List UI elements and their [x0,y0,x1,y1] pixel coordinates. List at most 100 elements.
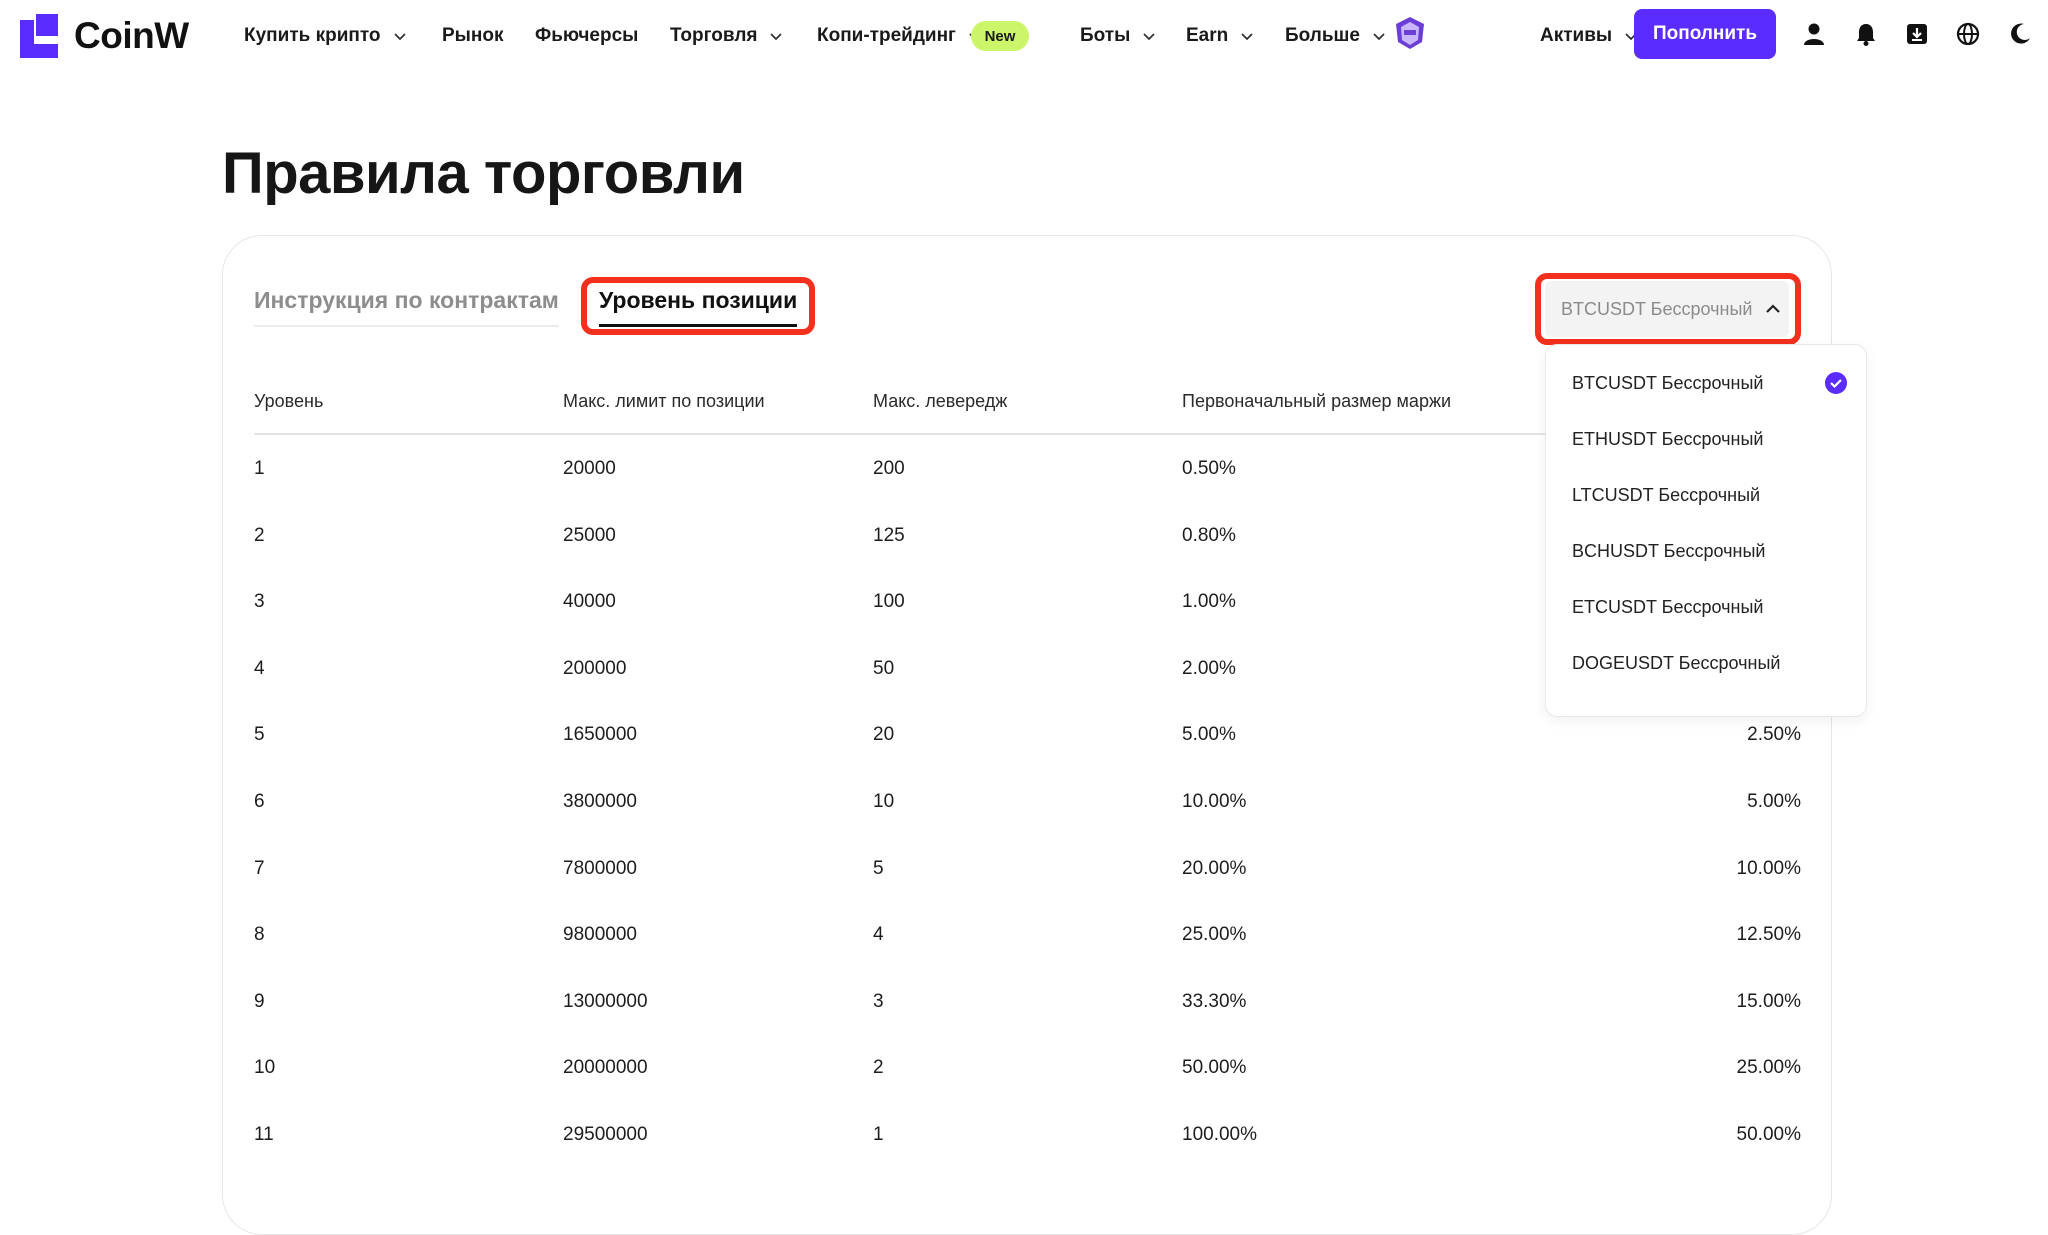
col-header-level: Уровень [254,391,324,411]
table-cell: 2.50% [1747,724,1801,746]
table-cell: 25.00% [1182,924,1247,946]
nav-label: Купить крипто [244,25,381,46]
table-row: 6 3800000 10 10.00% 5.00% [0,791,2048,831]
table-cell: 125 [873,524,905,546]
nav-bots[interactable]: Боты [1080,22,1156,50]
bell-icon[interactable] [1853,21,1879,47]
table-cell: 200 [873,458,905,479]
deposit-button[interactable]: Пополнить [1634,9,1776,59]
table-cell: 0.80% [1182,524,1236,546]
table-cell: 1 [254,458,265,479]
globe-icon[interactable] [1955,21,1981,47]
table-cell: 25000 [563,524,616,546]
download-icon[interactable] [1904,21,1930,47]
table-cell: 10 [254,1057,276,1079]
table-cell: 25.00% [1736,1057,1801,1079]
table-cell: 5 [254,724,265,746]
table-row: 9 13000000 3 33.30% 15.00% [0,991,2048,1031]
table-cell: 9800000 [563,924,637,946]
table-cell: 3 [873,990,884,1012]
table-cell: 10.00% [1182,791,1247,812]
nav-assets[interactable]: Активы [1540,22,1638,50]
col-header-max-position: Макс. лимит по позиции [563,391,765,411]
table-cell: 3 [254,591,265,613]
table-cell: 5.00% [1747,791,1801,812]
check-circle-icon [1825,372,1847,394]
table-cell: 20000 [563,458,616,479]
chevron-down-icon [393,33,406,41]
table-cell: 6 [254,791,265,812]
nav-more[interactable]: Больше [1285,22,1386,50]
table-cell: 29500000 [563,1124,648,1145]
table-row: 5 1650000 20 5.00% 2.50% [0,724,2048,764]
table-cell: 2.00% [1182,657,1236,679]
nav-label: Больше [1285,25,1360,46]
nav-market[interactable]: Рынок [442,22,504,50]
nav-label: Earn [1186,25,1229,46]
table-cell: 50.00% [1736,1124,1801,1145]
dropdown-option[interactable]: DOGEUSDT Бессрочный [1572,653,1780,674]
table-row: 10 20000000 2 50.00% 25.00% [0,1057,2048,1097]
col-header-initial-margin: Первоначальный размер маржи [1182,391,1452,411]
dropdown-option[interactable]: ETCUSDT Бессрочный [1572,597,1763,618]
nav-label: Активы [1540,25,1613,46]
nav-trading[interactable]: Торговля [670,22,783,50]
promo-badge-icon[interactable] [1394,16,1426,50]
table-cell: 8 [254,924,265,946]
table-cell: 7800000 [563,857,637,879]
chevron-down-icon [1143,33,1155,41]
table-cell: 50.00% [1182,1057,1247,1079]
table-cell: 100.00% [1182,1124,1258,1145]
dropdown-option[interactable]: LTCUSDT Бессрочный [1572,485,1760,506]
table-cell: 12.50% [1736,924,1801,946]
chevron-down-icon [770,33,783,41]
table-cell: 1 [873,1124,884,1145]
table-cell: 15.00% [1736,990,1801,1012]
tab-contract-instructions[interactable]: Инструкция по контрактам [254,287,559,327]
table-cell: 2 [873,1057,884,1079]
user-icon[interactable] [1801,21,1827,47]
dropdown-option[interactable]: ETHUSDT Бессрочный [1572,429,1763,450]
table-cell: 5.00% [1182,724,1236,746]
nav-label: Копи-трейдинг [817,25,956,46]
table-row: 11 29500000 1 100.00% 50.00% [0,1124,2048,1164]
table-cell: 10.00% [1736,857,1801,879]
coinw-logo-icon [20,14,58,58]
moon-icon[interactable] [2007,21,2033,47]
nav-copy-trading[interactable]: Копи-трейдинг [817,22,982,50]
table-cell: 100 [873,591,905,613]
table-cell: 7 [254,857,265,879]
table-cell: 11 [254,1124,274,1145]
table-cell: 1650000 [563,724,637,746]
table-cell: 0.50% [1182,458,1236,479]
dropdown-option[interactable]: BTCUSDT Бессрочный [1572,373,1763,394]
nav-label: Боты [1080,25,1131,46]
table-cell: 33.30% [1182,990,1247,1012]
dropdown-option[interactable]: BCHUSDT Бессрочный [1572,541,1765,562]
new-badge: New [971,21,1029,51]
nav-futures[interactable]: Фьючерсы [535,22,638,50]
nav-buy-crypto[interactable]: Купить крипто [244,22,407,50]
top-nav: CoinW Купить крипто Рынок Фьючерсы Торго… [0,0,2048,72]
table-cell: 10 [873,791,895,812]
chevron-down-icon [1373,33,1385,41]
nav-label: Рынок [442,25,504,46]
coinw-logo[interactable]: CoinW [20,14,189,58]
nav-earn[interactable]: Earn [1186,22,1254,50]
table-cell: 5 [873,857,884,879]
highlight-tab-box [581,277,815,335]
table-cell: 13000000 [563,990,648,1012]
brand-name: CoinW [74,15,189,56]
table-cell: 9 [254,990,265,1012]
col-header-max-leverage: Макс. левередж [873,391,1008,411]
table-cell: 50 [873,657,895,679]
table-row: 7 7800000 5 20.00% 10.00% [0,858,2048,898]
table-cell: 4 [873,924,884,946]
table-cell: 20000000 [563,1057,648,1079]
symbol-dropdown: BTCUSDT Бессрочный ETHUSDT Бессрочный LTCU… [1545,344,1867,717]
table-cell: 3800000 [563,791,637,812]
table-cell: 200000 [563,657,627,679]
chevron-down-icon [1241,33,1253,41]
table-cell: 4 [254,657,265,679]
table-cell: 2 [254,524,265,546]
